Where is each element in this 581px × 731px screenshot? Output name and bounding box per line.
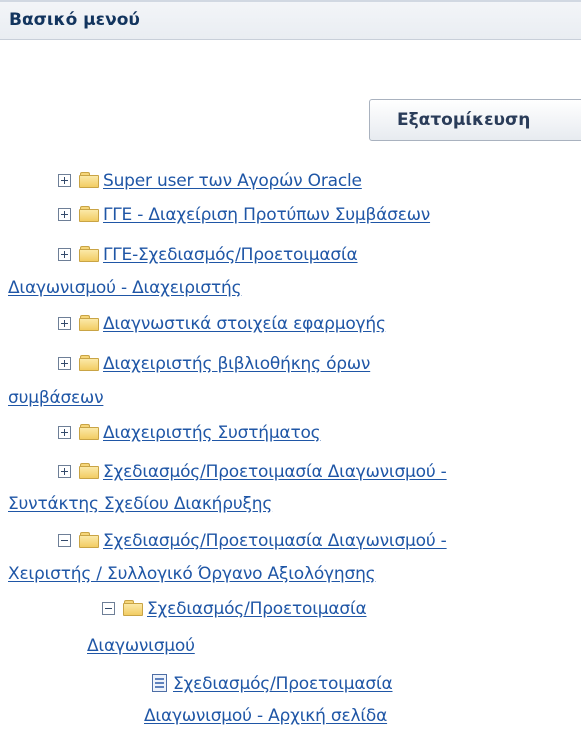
- tree-link[interactable]: Διαγνωστικά στοιχεία εφαρμογής: [103, 314, 386, 334]
- folder-icon: [79, 246, 99, 262]
- tree-link[interactable]: Συντάκτης Σχεδίου Διακήρυξης: [8, 494, 272, 514]
- tree-item: Σχεδιασμός/Προετοιμασία Διαγωνισμού -: [58, 462, 447, 482]
- expand-icon[interactable]: [58, 208, 71, 221]
- tree-link[interactable]: Σχεδιασμός/Προετοιμασία Διαγωνισμού -: [103, 531, 447, 551]
- tree-item-continued: Διαγωνισμού - Αρχική σελίδα: [144, 706, 387, 726]
- tree-link[interactable]: Διαχειριστής βιβλιοθήκης όρων: [103, 354, 370, 374]
- folder-icon: [79, 172, 99, 188]
- tree-item-continued: Χειριστής / Συλλογικό Όργανο Αξιολόγησης: [8, 564, 376, 584]
- tree-item-continued: συμβάσεων: [8, 388, 104, 408]
- folder-icon: [79, 315, 99, 331]
- expand-icon[interactable]: [58, 357, 71, 370]
- folder-icon: [79, 206, 99, 222]
- tree-link[interactable]: Διαγωνισμού - Αρχική σελίδα: [144, 706, 387, 726]
- tree-item-continued: Διαγωνισμού: [87, 636, 195, 656]
- tree-item-child: Σχεδιασμός/Προετοιμασία: [102, 599, 367, 619]
- collapse-icon[interactable]: [58, 534, 71, 547]
- tree-item: ΓΓΕ-Σχεδιασμός/Προετοιμασία: [58, 245, 358, 265]
- tree-item-leaf: Σχεδιασμός/Προετοιμασία: [152, 674, 393, 694]
- tree-link[interactable]: ΓΓΕ-Σχεδιασμός/Προετοιμασία: [103, 245, 358, 265]
- expand-icon[interactable]: [58, 426, 71, 439]
- panel-title: Βασικό μενού: [9, 10, 140, 30]
- expand-icon[interactable]: [58, 465, 71, 478]
- tree-link[interactable]: ΓΓΕ - Διαχείριση Προτύπων Συμβάσεων: [103, 205, 430, 225]
- tree-item: Διαχειριστής Συστήματος: [58, 423, 321, 443]
- folder-icon: [79, 355, 99, 371]
- panel-header: Βασικό μενού: [0, 0, 581, 40]
- tree-link[interactable]: συμβάσεων: [8, 388, 104, 408]
- tree-item-continued: Συντάκτης Σχεδίου Διακήρυξης: [8, 494, 272, 514]
- tree-link[interactable]: Διαγωνισμού: [87, 636, 195, 656]
- expand-icon[interactable]: [58, 317, 71, 330]
- tree-item: Διαχειριστής βιβλιοθήκης όρων: [58, 354, 370, 374]
- page-icon: [152, 674, 167, 692]
- personalize-button[interactable]: Εξατομίκευση: [369, 99, 581, 141]
- folder-icon: [79, 532, 99, 548]
- collapse-icon[interactable]: [102, 602, 115, 615]
- folder-icon: [123, 600, 143, 616]
- tree-link[interactable]: Χειριστής / Συλλογικό Όργανο Αξιολόγησης: [8, 564, 376, 584]
- tree-link[interactable]: Σχεδιασμός/Προετοιμασία: [173, 674, 393, 694]
- tree-link[interactable]: Σχεδιασμός/Προετοιμασία Διαγωνισμού -: [103, 462, 447, 482]
- folder-icon: [79, 463, 99, 479]
- tree-item-continued: Διαγωνισμού - Διαχειριστής: [8, 278, 242, 298]
- tree-item: Σχεδιασμός/Προετοιμασία Διαγωνισμού -: [58, 531, 447, 551]
- tree-link[interactable]: Σχεδιασμός/Προετοιμασία: [147, 599, 367, 619]
- expand-icon[interactable]: [58, 248, 71, 261]
- tree-item: Super user των Αγορών Oracle: [58, 171, 362, 191]
- tree-link[interactable]: Διαχειριστής Συστήματος: [103, 423, 321, 443]
- tree-item: ΓΓΕ - Διαχείριση Προτύπων Συμβάσεων: [58, 205, 430, 225]
- expand-icon[interactable]: [58, 174, 71, 187]
- tree-link[interactable]: Super user των Αγορών Oracle: [103, 171, 362, 191]
- tree-item: Διαγνωστικά στοιχεία εφαρμογής: [58, 314, 386, 334]
- folder-icon: [79, 424, 99, 440]
- tree-link[interactable]: Διαγωνισμού - Διαχειριστής: [8, 278, 242, 298]
